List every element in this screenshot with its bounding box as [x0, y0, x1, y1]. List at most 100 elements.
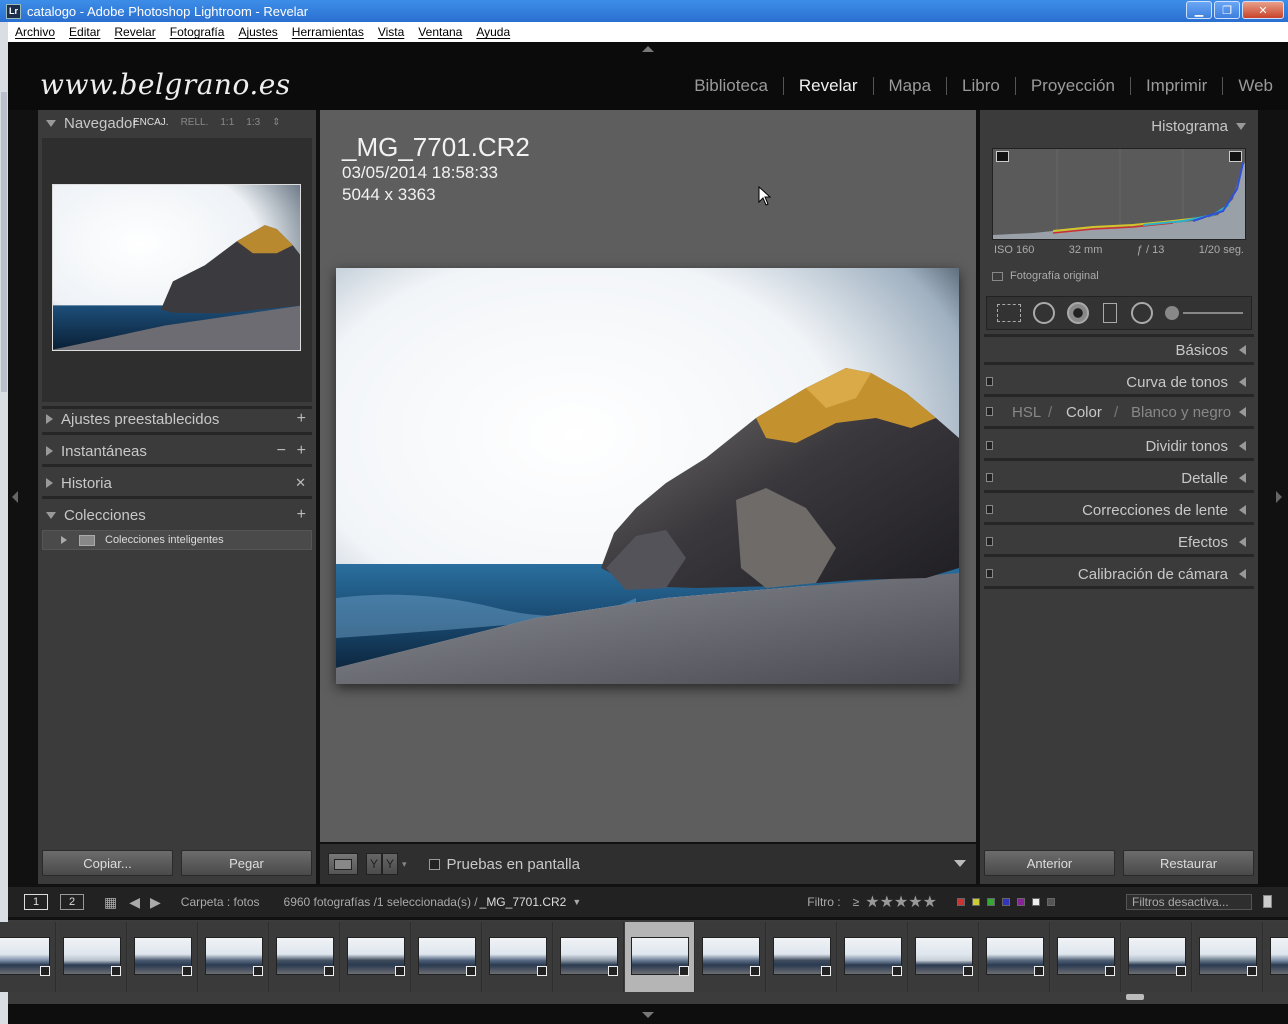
source-label[interactable]: Carpeta : fotos: [181, 895, 260, 909]
adjustment-brush-icon[interactable]: [1165, 306, 1179, 320]
filmstrip-thumbnail[interactable]: [1193, 922, 1263, 992]
zoom-stepper-icon[interactable]: ⇕: [272, 117, 280, 128]
filmstrip-thumbnail[interactable]: [270, 922, 340, 992]
red-eye-icon[interactable]: [1067, 302, 1089, 324]
remove-snapshot-icon[interactable]: −: [277, 442, 286, 460]
filmstrip-thumbnail[interactable]: [199, 922, 269, 992]
section-calibracion[interactable]: Calibración de cámara: [980, 560, 1258, 588]
section-toggle-icon[interactable]: [986, 505, 993, 514]
filmstrip-thumbnail[interactable]: [1264, 922, 1288, 992]
module-proyeccion[interactable]: Proyección: [1016, 76, 1130, 96]
section-toggle-icon[interactable]: [986, 377, 993, 386]
histogram[interactable]: [992, 148, 1246, 240]
loupe-view-button[interactable]: [328, 853, 358, 875]
module-mapa[interactable]: Mapa: [874, 76, 947, 96]
module-biblioteca[interactable]: Biblioteca: [679, 76, 783, 96]
grid-view-icon[interactable]: ▦: [104, 894, 117, 911]
radial-filter-icon[interactable]: [1131, 302, 1153, 324]
filmstrip-thumbnail[interactable]: [554, 922, 624, 992]
custom-label-icon[interactable]: [1031, 898, 1040, 906]
identity-plate[interactable]: www.belgrano.es: [40, 68, 291, 101]
section-dividir-tonos[interactable]: Dividir tonos: [980, 432, 1258, 460]
zoom-fill[interactable]: RELL.: [181, 117, 209, 128]
main-photo[interactable]: [336, 268, 959, 684]
section-detalle[interactable]: Detalle: [980, 464, 1258, 492]
paste-settings-button[interactable]: Pegar: [181, 850, 312, 876]
menu-ventana[interactable]: Ventana: [418, 25, 462, 39]
filmstrip-thumbnail[interactable]: [1122, 922, 1192, 992]
collapse-top-panel-icon[interactable]: [642, 46, 654, 52]
section-basicos[interactable]: Básicos: [980, 336, 1258, 364]
menu-ajustes[interactable]: Ajustes: [238, 25, 277, 39]
zoom-1-3[interactable]: 1:3: [246, 117, 260, 128]
snapshots-header[interactable]: Instantáneas − +: [38, 438, 316, 464]
current-file[interactable]: _MG_7701.CR2: [480, 895, 567, 909]
collections-header[interactable]: Colecciones +: [38, 502, 316, 528]
green-label-icon[interactable]: [986, 898, 995, 906]
filmstrip-thumbnail[interactable]: [767, 922, 837, 992]
before-after-button[interactable]: YY: [366, 853, 398, 875]
history-header[interactable]: Historia ✕: [38, 470, 316, 496]
section-toggle-icon[interactable]: [986, 441, 993, 450]
filmstrip-thumbnail[interactable]: [625, 922, 695, 992]
menu-revelar[interactable]: Revelar: [114, 25, 155, 39]
soft-proof-checkbox[interactable]: [428, 858, 440, 870]
back-arrow-icon[interactable]: ◀: [129, 894, 140, 911]
filmstrip-thumbnail[interactable]: [483, 922, 553, 992]
zoom-fit[interactable]: ENCAJ.: [133, 117, 169, 128]
section-correcciones-lente[interactable]: Correcciones de lente: [980, 496, 1258, 524]
forward-arrow-icon[interactable]: ▶: [150, 894, 161, 911]
filmstrip-thumbnail[interactable]: [696, 922, 766, 992]
section-toggle-icon[interactable]: [986, 537, 993, 546]
add-collection-icon[interactable]: +: [297, 506, 306, 524]
reset-button[interactable]: Restaurar: [1123, 850, 1254, 876]
minimize-icon[interactable]: ▁: [1186, 1, 1212, 19]
filter-operator[interactable]: ≥: [853, 895, 860, 909]
filmstrip-thumbnail[interactable]: [838, 922, 908, 992]
filmstrip-thumbnail[interactable]: [1051, 922, 1121, 992]
filmstrip-thumbnail[interactable]: [412, 922, 482, 992]
original-photo-toggle[interactable]: Fotografía original: [992, 270, 1099, 282]
module-libro[interactable]: Libro: [947, 76, 1015, 96]
previous-settings-button[interactable]: Anterior: [984, 850, 1115, 876]
toggle-left-panel-icon[interactable]: [12, 491, 18, 503]
filmstrip-scrollbar[interactable]: [1126, 994, 1144, 1000]
histogram-header[interactable]: Histograma: [980, 112, 1258, 140]
red-label-icon[interactable]: [956, 898, 965, 906]
blue-label-icon[interactable]: [1001, 898, 1010, 906]
section-toggle-icon[interactable]: [986, 569, 993, 578]
filmstrip-thumbnail[interactable]: [909, 922, 979, 992]
presets-header[interactable]: Ajustes preestablecidos +: [38, 406, 316, 432]
filmstrip-thumbnail[interactable]: [128, 922, 198, 992]
menu-vista[interactable]: Vista: [378, 25, 404, 39]
menu-herramientas[interactable]: Herramientas: [292, 25, 364, 39]
filter-preset-select[interactable]: Filtros desactiva...: [1126, 894, 1252, 910]
source-dropdown-icon[interactable]: ▼: [572, 897, 581, 907]
filmstrip-thumbnail[interactable]: [341, 922, 411, 992]
module-revelar[interactable]: Revelar: [784, 76, 873, 96]
filmstrip-thumbnail[interactable]: [0, 922, 56, 992]
collapse-filmstrip-icon[interactable]: [642, 1012, 654, 1018]
menu-fotografia[interactable]: Fotografía: [170, 25, 225, 39]
highlight-clipping-icon[interactable]: [1229, 151, 1242, 162]
purple-label-icon[interactable]: [1016, 898, 1025, 906]
module-web[interactable]: Web: [1223, 76, 1288, 96]
hsl-tab[interactable]: HSL: [1012, 404, 1041, 421]
add-snapshot-icon[interactable]: +: [297, 442, 306, 460]
menu-editar[interactable]: Editar: [69, 25, 100, 39]
collection-item-smart[interactable]: Colecciones inteligentes: [42, 530, 312, 550]
module-imprimir[interactable]: Imprimir: [1131, 76, 1222, 96]
yellow-label-icon[interactable]: [971, 898, 980, 906]
filmstrip-thumbnail[interactable]: [57, 922, 127, 992]
toolbar-menu-icon[interactable]: [954, 860, 966, 867]
zoom-1-1[interactable]: 1:1: [220, 117, 234, 128]
filter-lock-icon[interactable]: [1263, 895, 1272, 908]
toggle-right-panel-icon[interactable]: [1276, 491, 1282, 503]
navigator-thumbnail[interactable]: [52, 184, 301, 351]
secondary-window-button[interactable]: 2: [60, 894, 84, 910]
rating-filter-stars[interactable]: ★★★★★: [865, 892, 937, 912]
section-toggle-icon[interactable]: [986, 407, 993, 416]
close-icon[interactable]: ✕: [1242, 1, 1284, 19]
before-after-dropdown-icon[interactable]: ▾: [402, 859, 407, 870]
filmstrip-thumbnail[interactable]: [980, 922, 1050, 992]
